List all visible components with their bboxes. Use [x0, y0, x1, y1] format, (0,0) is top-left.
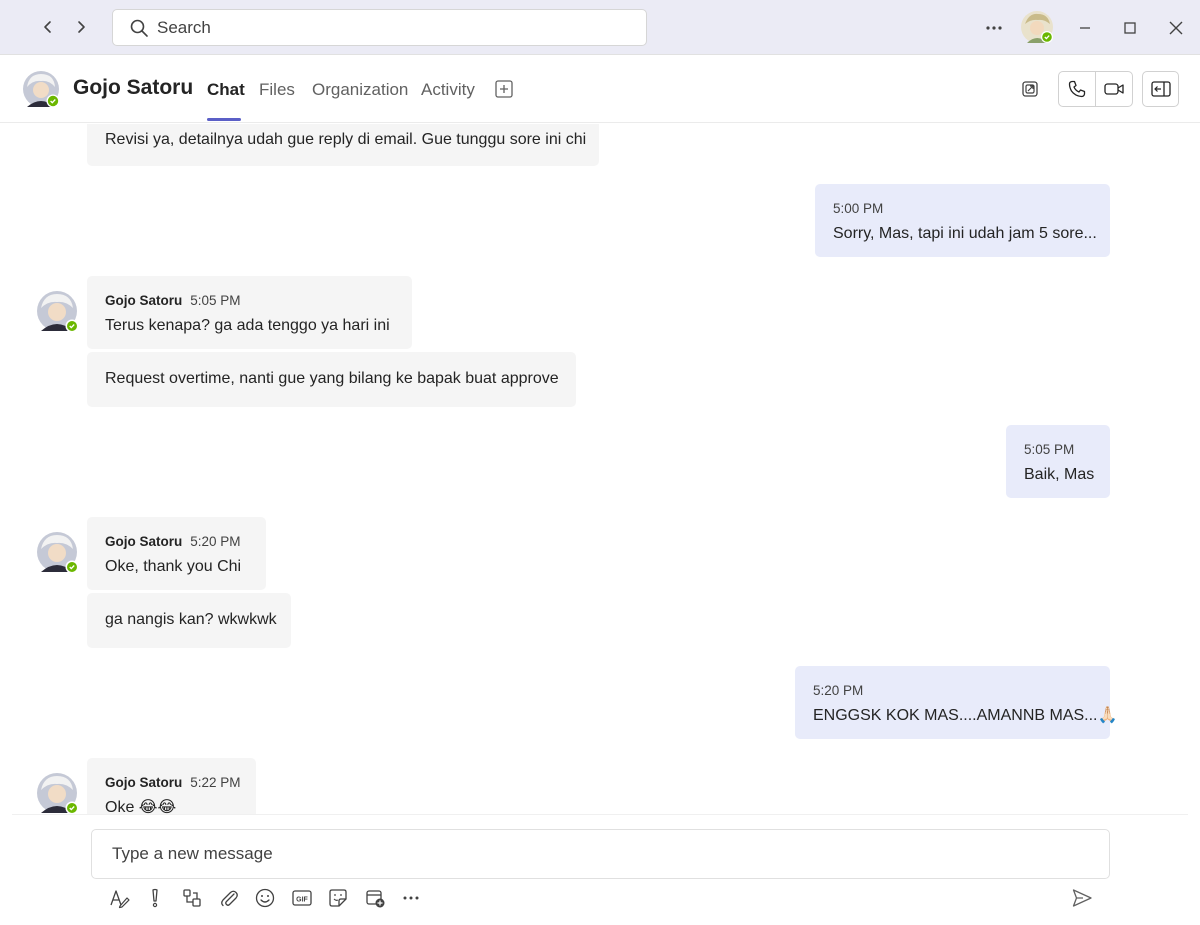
- minimize-button[interactable]: [1071, 14, 1099, 42]
- message-sender: Gojo Satoru: [105, 293, 183, 308]
- loop-icon: [183, 889, 201, 907]
- message-meta: 5:00 PM: [833, 200, 1092, 217]
- active-tab-indicator: [207, 118, 241, 121]
- sticker-button[interactable]: [326, 886, 350, 910]
- message-sender: Gojo Satoru: [105, 775, 183, 790]
- message-time: 5:05 PM: [190, 293, 241, 308]
- message-bubble: Revisi ya, detailnya udah gue reply di e…: [87, 124, 599, 166]
- title-bar: [0, 0, 1200, 55]
- maximize-button[interactable]: [1116, 14, 1144, 42]
- search-icon: [129, 18, 149, 38]
- message-meta: Gojo Satoru 5:20 PM: [105, 533, 248, 550]
- send-button[interactable]: [1070, 886, 1094, 910]
- gif-icon: GIF: [292, 890, 312, 906]
- message-sender: Gojo Satoru: [105, 534, 183, 549]
- sender-avatar[interactable]: [37, 291, 79, 333]
- message-text: Terus kenapa? ga ada tenggo ya hari ini: [105, 317, 390, 334]
- side-panel-icon: [1150, 81, 1171, 97]
- message-text: Baik, Mas: [1024, 466, 1095, 483]
- add-tab-button[interactable]: [494, 79, 514, 99]
- message-time: 5:20 PM: [813, 683, 864, 698]
- message-text: ENGGSK KOK MAS....AMANNB MAS...🙏🏻: [813, 707, 1118, 724]
- sender-avatar[interactable]: [37, 532, 79, 574]
- message-text: Oke 😂😂: [105, 799, 177, 814]
- message-meta: Gojo Satoru 5:05 PM: [105, 292, 394, 309]
- pop-out-chat-button[interactable]: [1020, 79, 1042, 101]
- format-button[interactable]: [107, 886, 131, 910]
- audio-call-button[interactable]: [1059, 72, 1095, 106]
- message-text: Sorry, Mas, tapi ini udah jam 5 sore...: [833, 225, 1097, 242]
- ellipsis-icon: [403, 896, 419, 900]
- message-bubble: 5:00 PM Sorry, Mas, tapi ini udah jam 5 …: [815, 184, 1110, 257]
- schedule-meeting-button[interactable]: [363, 886, 387, 910]
- calendar-add-icon: [366, 890, 385, 908]
- my-avatar[interactable]: [1021, 11, 1053, 43]
- minimize-icon: [1080, 27, 1090, 29]
- ellipsis-icon: [986, 26, 1002, 30]
- plus-square-icon: [495, 80, 513, 98]
- contact-name: Gojo Satoru: [73, 76, 194, 99]
- tab-files[interactable]: Files: [259, 80, 295, 100]
- close-icon: [1169, 21, 1183, 35]
- more-compose-options-button[interactable]: [399, 886, 423, 910]
- emoji-icon: [255, 888, 275, 908]
- message-bubble: Gojo Satoru 5:20 PM Oke, thank you Chi: [87, 517, 266, 590]
- message-bubble: Request overtime, nanti gue yang bilang …: [87, 352, 576, 407]
- chevron-right-icon: [78, 21, 85, 33]
- send-icon: [1072, 889, 1092, 907]
- message-meta: Gojo Satoru 5:22 PM: [105, 774, 241, 791]
- message-list: Revisi ya, detailnya udah gue reply di e…: [0, 124, 1200, 814]
- message-text: Revisi ya, detailnya udah gue reply di e…: [105, 131, 587, 148]
- message-time: 5:22 PM: [190, 775, 241, 790]
- compose-box[interactable]: [91, 829, 1110, 879]
- tab-organization[interactable]: Organization: [312, 80, 408, 100]
- message-time: 5:05 PM: [1024, 442, 1075, 457]
- more-options-button[interactable]: [980, 14, 1008, 42]
- format-text-icon: [110, 890, 130, 909]
- message-time: 5:20 PM: [190, 534, 241, 549]
- phone-icon: [1068, 80, 1086, 98]
- call-buttons: [1058, 71, 1133, 107]
- video-camera-icon: [1104, 83, 1124, 95]
- chevron-left-icon: [44, 21, 51, 33]
- message-text: Oke, thank you Chi: [105, 558, 242, 575]
- message-time: 5:00 PM: [833, 201, 884, 216]
- message-bubble: Gojo Satoru 5:05 PM Terus kenapa? ga ada …: [87, 276, 412, 349]
- message-meta: 5:20 PM: [813, 682, 1092, 699]
- emoji-button[interactable]: [253, 886, 277, 910]
- message-bubble: 5:05 PM Baik, Mas: [1006, 425, 1110, 498]
- message-text: Request overtime, nanti gue yang bilang …: [105, 370, 559, 387]
- message-text: ga nangis kan? wkwkwk: [105, 611, 277, 628]
- sticker-icon: [329, 889, 347, 907]
- svg-text:GIF: GIF: [296, 897, 308, 904]
- attach-file-button[interactable]: [217, 886, 241, 910]
- video-call-button[interactable]: [1096, 72, 1132, 106]
- back-button[interactable]: [36, 15, 60, 39]
- close-button[interactable]: [1162, 14, 1190, 42]
- exclamation-icon: [152, 888, 158, 908]
- message-input[interactable]: [110, 843, 1090, 865]
- chat-header: Gojo Satoru Chat Files Organization Acti…: [0, 55, 1200, 123]
- paperclip-icon: [221, 890, 238, 907]
- message-meta: 5:05 PM: [1024, 441, 1092, 458]
- priority-button[interactable]: [143, 886, 167, 910]
- sender-avatar[interactable]: [37, 773, 79, 814]
- tab-chat[interactable]: Chat: [207, 80, 245, 100]
- contact-avatar[interactable]: [23, 71, 60, 108]
- pop-out-icon: [1022, 81, 1038, 97]
- message-bubble: ga nangis kan? wkwkwk: [87, 593, 291, 648]
- open-side-panel-button[interactable]: [1142, 71, 1179, 107]
- compose-divider: [12, 814, 1188, 815]
- maximize-icon: [1124, 22, 1136, 34]
- loop-components-button[interactable]: [180, 886, 204, 910]
- message-bubble: Gojo Satoru 5:22 PM Oke 😂😂: [87, 758, 256, 814]
- search-input[interactable]: [155, 16, 635, 39]
- tab-activity[interactable]: Activity: [421, 80, 475, 100]
- forward-button[interactable]: [69, 15, 93, 39]
- search-box[interactable]: [112, 9, 647, 46]
- message-bubble: 5:20 PM ENGGSK KOK MAS....AMANNB MAS...🙏…: [795, 666, 1118, 739]
- gif-button[interactable]: GIF: [290, 886, 314, 910]
